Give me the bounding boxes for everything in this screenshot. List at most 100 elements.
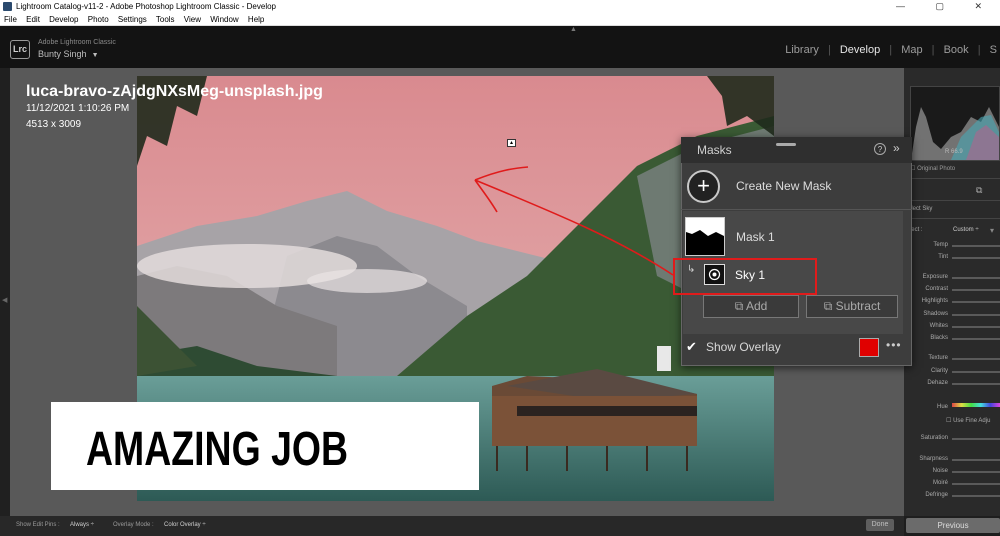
help-icon[interactable]: ? [874, 143, 886, 155]
photo-filename: luca-bravo-zAjdgNXsMeg-unsplash.jpg [26, 83, 323, 100]
mask1-label[interactable]: Mask 1 [736, 230, 775, 244]
create-new-mask-button[interactable]: + [687, 170, 720, 203]
adjustment-label-sharpness: Sharpness [919, 456, 948, 462]
window-title: Lightroom Catalog-v11-2 - Adobe Photosho… [16, 2, 276, 11]
adjustment-label-blacks: Blacks [930, 335, 948, 341]
hue-bar[interactable] [952, 403, 1000, 407]
adjustment-label-highlights: Highlights [921, 298, 948, 304]
module-develop[interactable]: Develop [840, 44, 880, 56]
add-to-mask-button[interactable]: ⧉ Add [703, 295, 799, 318]
use-fine-adjust[interactable]: ☐ Use Fine Adju [946, 417, 990, 424]
photo-datetime: 11/12/2021 1:10:26 PM [26, 103, 130, 114]
divider [681, 209, 912, 210]
left-panel-toggle-icon[interactable]: ◀ [2, 296, 7, 304]
collapse-icon[interactable]: ▾ [990, 226, 994, 235]
previous-button[interactable]: Previous [906, 518, 1000, 533]
module-separator: | [931, 44, 935, 56]
overlay-color-swatch[interactable] [859, 338, 879, 357]
module-library[interactable]: Library [785, 44, 819, 56]
adjustment-label-whites: Whites [929, 323, 948, 329]
subtract-from-mask-button[interactable]: ⧉ Subtract [806, 295, 898, 318]
show-overlay-label: Show Overlay [706, 340, 781, 354]
adjustment-label-texture: Texture [928, 355, 948, 361]
adjustment-slider-highlights[interactable] [952, 301, 1000, 303]
lightroom-app-icon [3, 2, 12, 11]
top-panel-toggle-icon[interactable]: ▲ [570, 26, 577, 33]
adjustment-label-defringe: Defringe [925, 492, 948, 498]
menu-develop[interactable]: Develop [49, 15, 78, 24]
overlay-mode-select[interactable]: Color Overlay ÷ [164, 522, 206, 528]
done-button[interactable]: Done [866, 519, 894, 531]
module-picker: Library | Develop | Map | Book | S [782, 44, 1000, 56]
menu-view[interactable]: View [184, 15, 201, 24]
adjustment-slider-shadows[interactable] [952, 314, 1000, 316]
module-separator: | [827, 44, 831, 56]
user-name[interactable]: Bunty Singh ▼ [38, 49, 99, 59]
adjustment-slider-moiré[interactable] [952, 483, 1000, 485]
show-overlay-checkbox[interactable]: ✔ [686, 339, 697, 355]
divider [904, 200, 1000, 201]
adjustment-slider-blacks[interactable] [952, 338, 1000, 340]
adjustment-slider-noise[interactable] [952, 471, 1000, 473]
module-separator: | [977, 44, 981, 56]
show-edit-pins-label: Show Edit Pins : [16, 522, 60, 528]
adjustment-slider-clarity[interactable] [952, 371, 1000, 373]
bottom-toolbar: Show Edit Pins : Always ÷ Overlay Mode :… [0, 516, 904, 536]
adjustment-slider-sharpness[interactable] [952, 459, 1000, 461]
drag-handle-icon[interactable] [776, 143, 796, 146]
module-map[interactable]: Map [901, 44, 922, 56]
checkbox-icon[interactable]: ☐ [946, 418, 951, 424]
adjustment-label-temp: Temp [933, 242, 948, 248]
mask-thumbnail-graphic [686, 218, 724, 236]
menu-window[interactable]: Window [210, 15, 238, 24]
module-book[interactable]: Book [944, 44, 969, 56]
mask1-thumbnail[interactable] [685, 217, 725, 256]
divider [904, 178, 1000, 179]
adjustment-slider-defringe[interactable] [952, 495, 1000, 497]
module-next[interactable]: S [990, 44, 997, 56]
window-titlebar: Lightroom Catalog-v11-2 - Adobe Photosho… [0, 0, 1000, 13]
lrc-logo: Lrc [10, 40, 30, 59]
adjustment-label-hue: Hue [936, 404, 948, 410]
create-new-mask-label[interactable]: Create New Mask [736, 179, 831, 193]
mask-tool-icon[interactable]: ⧉ [976, 185, 982, 196]
show-edit-pins-select[interactable]: Always ÷ [70, 522, 94, 528]
menu-file[interactable]: File [4, 15, 17, 24]
masks-panel-title: Masks [697, 143, 732, 157]
menubar: File Edit Develop Photo Settings Tools V… [0, 13, 1000, 26]
collapse-panel-icon[interactable]: » [893, 141, 900, 155]
adjustment-slider-exposure[interactable] [952, 277, 1000, 279]
add-mask-icon: ⧉ [734, 299, 744, 313]
adjustment-label-dehaze: Dehaze [927, 380, 948, 386]
menu-photo[interactable]: Photo [88, 15, 109, 24]
adjustment-label-saturation: Saturation [920, 435, 948, 441]
effect-preset-select[interactable]: Custom ÷ [953, 227, 979, 233]
annotation-highlight-box [673, 258, 817, 295]
menu-settings[interactable]: Settings [118, 15, 147, 24]
adjustment-slider-whites[interactable] [952, 326, 1000, 328]
adjustment-label-shadows: Shadows [923, 311, 948, 317]
menu-help[interactable]: Help [248, 15, 264, 24]
more-options-icon[interactable]: ••• [886, 338, 902, 352]
adjustment-label-exposure: Exposure [922, 274, 948, 280]
left-panel-collapsed [0, 68, 10, 516]
adjustment-label-clarity: Clarity [930, 368, 948, 374]
adjustment-slider-tint[interactable] [952, 257, 1000, 259]
adjustment-label-noise: Noise [932, 468, 948, 474]
menu-edit[interactable]: Edit [26, 15, 40, 24]
caption-text: AMAZING JOB [86, 423, 349, 476]
window-controls[interactable]: — ▢ ✕ [896, 0, 996, 13]
adjustment-slider-contrast[interactable] [952, 289, 1000, 291]
adjustment-slider-texture[interactable] [952, 358, 1000, 360]
adjustment-label-tint: Tint [938, 254, 948, 260]
adjustment-label-moiré: Moiré [932, 480, 948, 486]
adjustment-slider-saturation[interactable] [952, 438, 1000, 440]
adjustment-slider-dehaze[interactable] [952, 383, 1000, 385]
adjustment-label-contrast: Contrast [925, 286, 948, 292]
adjustment-slider-temp[interactable] [952, 245, 1000, 247]
user-caret-icon: ▼ [91, 52, 99, 59]
mask-pin-icon[interactable]: ▴ [507, 139, 516, 147]
product-name: Adobe Lightroom Classic [38, 39, 116, 46]
module-separator: | [889, 44, 893, 56]
menu-tools[interactable]: Tools [156, 15, 175, 24]
